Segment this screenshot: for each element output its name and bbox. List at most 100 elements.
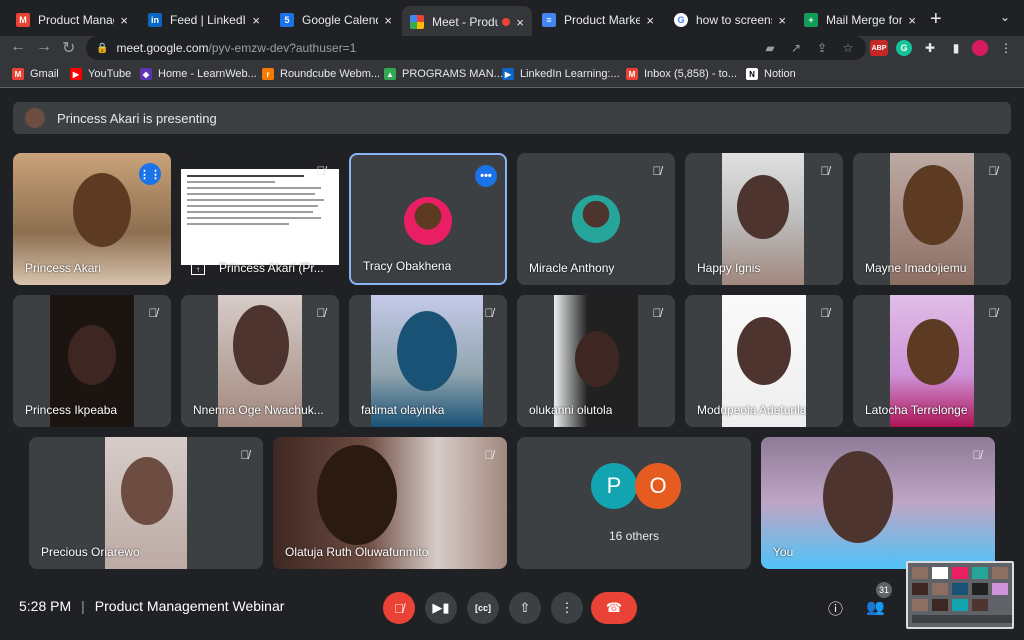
linkedin-icon: in (148, 13, 162, 27)
thumbnail-cell (992, 583, 1008, 595)
mic-off-icon: 🎙̸ (148, 306, 158, 320)
reload-icon[interactable]: ↻ (62, 38, 75, 58)
captions-button[interactable]: [cc] (467, 592, 499, 624)
present-now-button[interactable]: ⇧ (509, 592, 541, 624)
bookmark-notion[interactable]: N Notion (746, 68, 796, 80)
close-icon[interactable]: × (252, 13, 260, 28)
participant-tile[interactable]: ⋮⋮ Princess Akari (13, 153, 171, 285)
participant-tile[interactable]: 🎙̸ fatimat olayinka (349, 295, 507, 427)
avatar (404, 197, 452, 245)
more-options-icon[interactable]: ••• (475, 165, 497, 187)
meet-icon (410, 15, 424, 29)
mic-toggle-button[interactable]: 🎙̸ (383, 592, 415, 624)
forward-icon[interactable]: → (36, 38, 52, 56)
camera-in-use-icon[interactable]: ▰ (762, 40, 778, 56)
participant-tile[interactable]: 🎙̸ Nnenna Oge Nwachuk... (181, 295, 339, 427)
address-bar[interactable]: 🔒 meet.google.com/pyv-emzw-dev?authuser=… (86, 36, 866, 60)
close-icon[interactable]: × (908, 13, 916, 28)
thumbnail-cell (912, 599, 928, 611)
participant-tile[interactable]: 🎙̸ Modupeola Adetunla (685, 295, 843, 427)
tab-title: Google Calendar (302, 13, 378, 27)
self-tile[interactable]: 🎙̸ You (761, 437, 995, 569)
participant-tile[interactable]: 🎙̸ olukanni olutola (517, 295, 675, 427)
participant-face (121, 457, 173, 525)
more-options-button[interactable]: ⋮ (551, 592, 583, 624)
participant-tile[interactable]: 🎙̸ Precious Oriarewo (29, 437, 263, 569)
participant-name: Precious Oriarewo (41, 545, 140, 559)
mic-off-icon: 🎙̸ (316, 306, 326, 320)
leave-call-button[interactable]: ☎ (591, 592, 637, 624)
bookmark-roundcube[interactable]: r Roundcube Webm... (262, 68, 380, 80)
open-external-icon[interactable]: ↗ (788, 40, 804, 56)
shared-screen (181, 169, 339, 265)
participant-tile[interactable]: 🎙̸ Olatuja Ruth Oluwafunmito (273, 437, 507, 569)
others-tile[interactable]: P O 16 others (517, 437, 751, 569)
self-view-thumbnail[interactable] (906, 561, 1014, 629)
tab-gmail[interactable]: M Product Managem × (8, 6, 136, 34)
bookmark-label: YouTube (88, 68, 132, 80)
participant-face (233, 305, 289, 385)
mic-off-icon: 🎙̸ (240, 448, 250, 462)
tab-title: Feed | LinkedIn (170, 13, 247, 27)
bookmark-learnweb[interactable]: ◆ Home - LearnWeb... (140, 68, 257, 80)
meeting-details-icon[interactable]: ⓘ (828, 598, 843, 619)
close-icon[interactable]: × (384, 13, 392, 28)
thumbnail-cell (932, 583, 948, 595)
bookmark-programs[interactable]: ▲ PROGRAMS MAN... (384, 68, 503, 80)
close-icon[interactable]: × (646, 13, 654, 28)
tab-sheets[interactable]: + Mail Merge for NT × (796, 6, 924, 34)
tab-title: Product Managem (38, 13, 114, 27)
separator: | (81, 598, 85, 614)
youtube-icon: ▶ (70, 68, 82, 80)
close-icon[interactable]: × (778, 13, 786, 28)
participant-tile-selected[interactable]: ••• Tracy Obakhena (349, 153, 507, 285)
participant-tile[interactable]: 🎙̸ Princess Ikpeaba (13, 295, 171, 427)
camera-toggle-button[interactable]: ▶▮ (425, 592, 457, 624)
close-icon[interactable]: × (516, 15, 524, 30)
participant-name: Nnenna Oge Nwachuk... (193, 403, 324, 417)
tab-docs[interactable]: ≡ Product Marketin × (534, 6, 662, 34)
back-icon[interactable]: ← (10, 38, 26, 56)
participant-tile[interactable]: 🎙̸ Happy Ignis (685, 153, 843, 285)
tab-google[interactable]: G how to screensho × (666, 6, 794, 34)
participant-name: Princess Akari (25, 261, 102, 275)
thumbnail-bar (912, 615, 1012, 623)
tab-linkedin[interactable]: in Feed | LinkedIn × (140, 6, 268, 34)
bookmark-gmail[interactable]: M Gmail (12, 68, 59, 80)
grammarly-icon[interactable]: G (896, 40, 912, 56)
tab-search-icon[interactable]: ⌄ (1000, 10, 1010, 24)
participant-tile[interactable]: 🎙̸ Miracle Anthony (517, 153, 675, 285)
bookmark-inbox[interactable]: M Inbox (5,858) - to... (626, 68, 737, 80)
bookmark-star-icon[interactable]: ☆ (840, 40, 856, 56)
mic-off-icon: 🎙̸ (484, 306, 494, 320)
bookmarks-bar: M Gmail ▶ YouTube ◆ Home - LearnWeb... r Rou… (0, 62, 1024, 88)
linkedin-learning-icon: ▶ (502, 68, 514, 80)
avatar: O (635, 463, 681, 509)
new-tab-button[interactable]: + (930, 8, 942, 31)
tab-title: Product Marketin (564, 13, 641, 27)
extensions-icon[interactable]: ✚ (922, 40, 938, 56)
bookmark-youtube[interactable]: ▶ YouTube (70, 68, 131, 80)
presentation-tile[interactable]: 🎙̸ ↑ Princess Akari (Pr... (181, 153, 339, 285)
people-icon[interactable]: 👥 (866, 598, 885, 616)
participant-face (903, 165, 963, 245)
tab-meet[interactable]: Meet - Produ × (402, 6, 532, 38)
side-panel-icon[interactable]: ▮ (948, 40, 964, 56)
sheets-icon: + (804, 13, 818, 27)
thumbnail-cell (972, 599, 988, 611)
bookmark-label: Inbox (5,858) - to... (644, 68, 737, 80)
avatar (25, 108, 45, 128)
browser-menu-icon[interactable]: ⋮ (998, 40, 1014, 56)
participant-tile[interactable]: 🎙̸ Mayne Imadojiemu (853, 153, 1011, 285)
tab-calendar[interactable]: 5 Google Calendar × (272, 6, 400, 34)
bookmark-linkedin-learning[interactable]: ▶ LinkedIn Learning:... (502, 68, 620, 80)
close-icon[interactable]: × (120, 13, 128, 28)
profile-avatar[interactable] (972, 40, 988, 56)
learnweb-icon: ◆ (140, 68, 152, 80)
share-icon[interactable]: ⇪ (814, 40, 830, 56)
adblock-icon[interactable]: ABP (870, 40, 888, 56)
avatar: P (591, 463, 637, 509)
participant-name: olukanni olutola (529, 403, 613, 417)
participant-tile[interactable]: 🎙̸ Latocha Terrelonge (853, 295, 1011, 427)
bookmark-label: LinkedIn Learning:... (520, 68, 620, 80)
